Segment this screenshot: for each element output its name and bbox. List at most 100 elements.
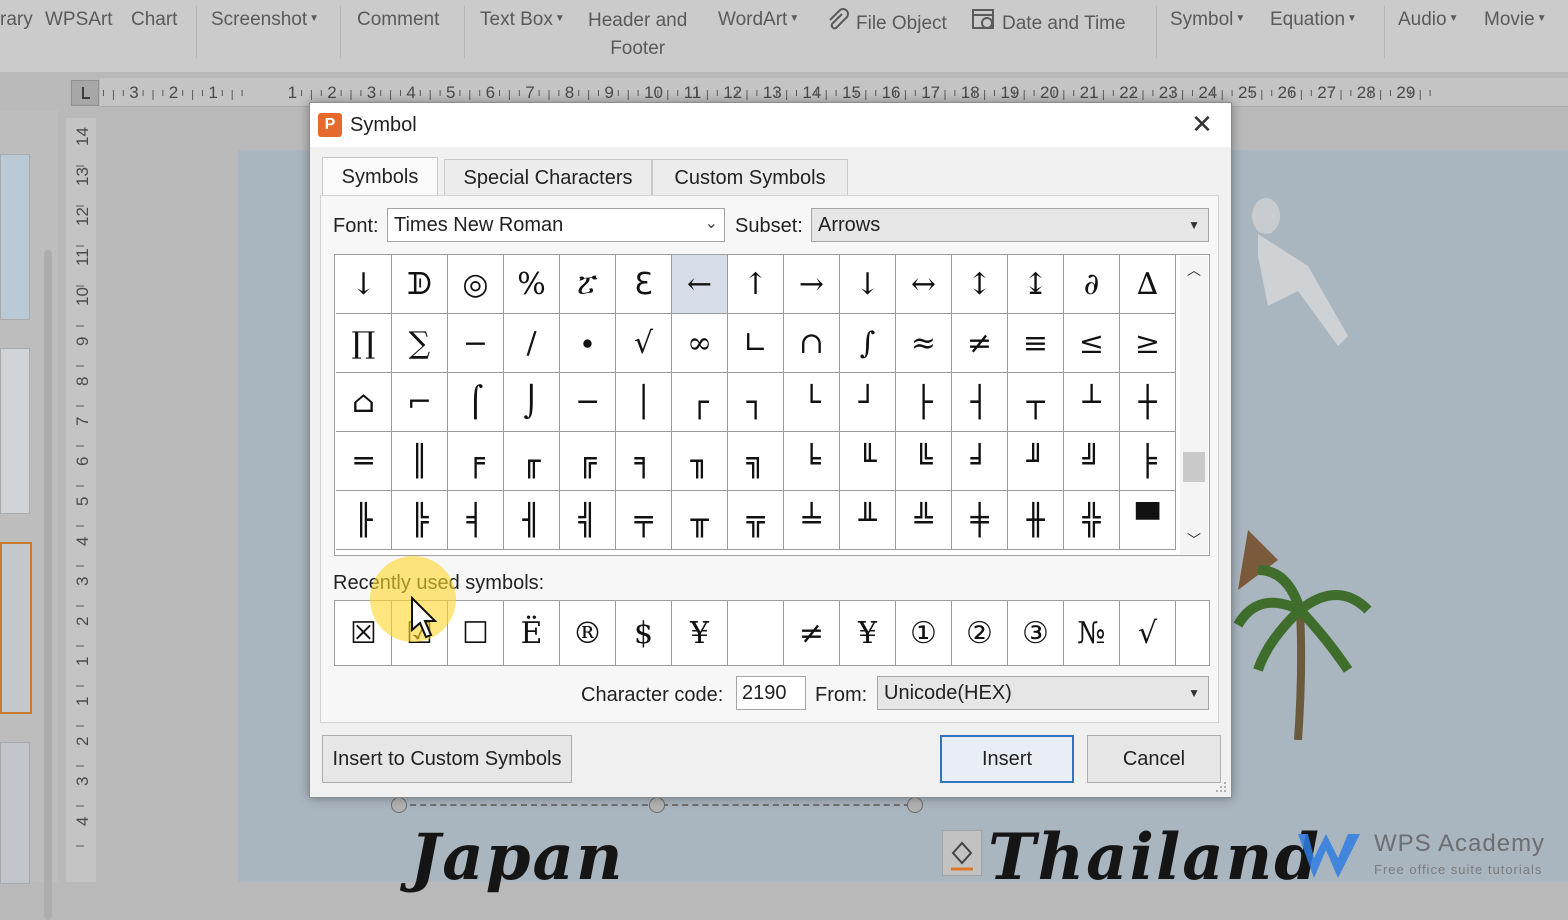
symbol-cell[interactable]: ⌡ <box>504 373 560 432</box>
ribbon-item-comment[interactable]: Comment <box>357 9 439 31</box>
ribbon-item-movie[interactable]: Movie ▼ <box>1484 9 1547 31</box>
symbol-cell[interactable]: ╝ <box>1064 432 1120 491</box>
symbol-cell[interactable]: ↓ <box>840 255 896 314</box>
ribbon-item-equation[interactable]: Equation ▼ <box>1270 9 1357 31</box>
symbol-cell[interactable]: ← <box>672 255 728 314</box>
slide-thumbnail-active[interactable] <box>0 542 32 714</box>
recent-symbol-cell[interactable] <box>728 601 784 665</box>
symbol-cell[interactable]: ╨ <box>840 491 896 550</box>
symbol-cell[interactable]: └ <box>784 373 840 432</box>
symbol-cell[interactable]: → <box>784 255 840 314</box>
symbol-cell[interactable]: ╗ <box>728 432 784 491</box>
recent-symbol-cell[interactable]: ☐ <box>448 601 504 665</box>
recent-symbol-cell[interactable]: № <box>1064 601 1120 665</box>
symbol-cell[interactable]: ╪ <box>952 491 1008 550</box>
symbol-cell[interactable]: ╟ <box>336 491 392 550</box>
symbol-cell[interactable]: ╜ <box>1008 432 1064 491</box>
resize-grip-icon[interactable] <box>1215 781 1227 793</box>
ribbon-item-file-object[interactable]: File Object <box>824 6 947 35</box>
symbol-cell[interactable]: ᗫ <box>392 255 448 314</box>
symbol-cell[interactable]: ├ <box>896 373 952 432</box>
symbol-cell[interactable]: ╤ <box>616 491 672 550</box>
symbol-cell[interactable]: ┘ <box>840 373 896 432</box>
thumbnail-scrollbar[interactable] <box>44 250 52 920</box>
recent-symbol-cell[interactable]: ® <box>560 601 616 665</box>
recent-symbol-cell[interactable]: √ <box>1120 601 1176 665</box>
ribbon-item-chart[interactable]: Chart <box>131 9 177 31</box>
symbol-cell[interactable]: ┌ <box>672 373 728 432</box>
cancel-button[interactable]: Cancel <box>1087 735 1221 783</box>
tab-symbols[interactable]: Symbols <box>322 157 438 195</box>
symbol-cell[interactable]: ┬ <box>1008 373 1064 432</box>
symbol-cell[interactable]: ∕ <box>504 314 560 373</box>
tab-stop-selector[interactable] <box>71 80 99 106</box>
symbol-cell[interactable]: √ <box>616 314 672 373</box>
slide-thumbnail[interactable] <box>0 742 30 884</box>
symbol-cell[interactable]: ⌠ <box>448 373 504 432</box>
close-icon[interactable]: ✕ <box>1185 109 1219 141</box>
symbol-grid-scrollbar[interactable]: ︿ ﹀ <box>1180 256 1208 554</box>
recent-symbol-cell[interactable]: ③ <box>1008 601 1064 665</box>
symbol-cell[interactable]: ╥ <box>672 491 728 550</box>
symbol-cell[interactable]: ╙ <box>840 432 896 491</box>
symbol-cell[interactable]: ┤ <box>952 373 1008 432</box>
vertical-ruler[interactable]: 14 13 12 11 10 9 8 7 6 5 4 3 2 1 1 2 3 4 <box>66 118 96 882</box>
recent-symbol-cell[interactable]: ¥ <box>672 601 728 665</box>
symbol-cell[interactable]: ╧ <box>784 491 840 550</box>
symbol-cell[interactable]: ┼ <box>1120 373 1176 432</box>
character-code-input[interactable]: 2190 <box>736 676 806 710</box>
tab-custom-symbols[interactable]: Custom Symbols <box>652 159 848 195</box>
symbol-cell[interactable]: ↓ <box>336 255 392 314</box>
symbol-cell[interactable]: ┐ <box>728 373 784 432</box>
symbol-cell[interactable]: ≠ <box>952 314 1008 373</box>
slide-thumbnail[interactable] <box>0 348 30 514</box>
symbol-cell[interactable]: ∞ <box>672 314 728 373</box>
symbol-cell[interactable]: ╡ <box>448 491 504 550</box>
ribbon-item-library[interactable]: rary <box>0 9 33 31</box>
symbol-cell[interactable]: ╘ <box>784 432 840 491</box>
symbol-cell[interactable]: ╠ <box>392 491 448 550</box>
recent-symbol-cell[interactable]: Ë <box>504 601 560 665</box>
symbol-cell[interactable]: ╩ <box>896 491 952 550</box>
recent-symbol-cell[interactable]: $ <box>616 601 672 665</box>
chevron-up-icon[interactable]: ︿ <box>1180 258 1208 282</box>
symbol-cell[interactable]: ∩ <box>784 314 840 373</box>
symbol-cell[interactable]: ╞ <box>1120 432 1176 491</box>
resize-handle[interactable] <box>649 797 665 813</box>
float-toolbar-button[interactable] <box>942 830 982 876</box>
tab-special-characters[interactable]: Special Characters <box>444 159 652 195</box>
symbol-cell[interactable]: ╫ <box>1008 491 1064 550</box>
symbol-cell[interactable]: ┴ <box>1064 373 1120 432</box>
symbol-cell[interactable]: ≈ <box>896 314 952 373</box>
ribbon-item-date-time[interactable]: Date and Time <box>970 6 1126 35</box>
ribbon-item-symbol[interactable]: Symbol ▼ <box>1170 9 1245 31</box>
resize-handle[interactable] <box>907 797 923 813</box>
recent-symbol-cell[interactable]: ≠ <box>784 601 840 665</box>
scrollbar-thumb[interactable] <box>1183 452 1205 482</box>
ribbon-item-textbox[interactable]: Text Box ▼ <box>480 9 565 31</box>
symbol-cell[interactable]: ∟ <box>728 314 784 373</box>
symbol-cell[interactable]: ▀ <box>1120 491 1176 550</box>
from-select[interactable]: Unicode(HEX) ▼ <box>877 676 1209 710</box>
symbol-cell[interactable]: ∏ <box>336 314 392 373</box>
symbol-cell[interactable]: ∙ <box>560 314 616 373</box>
symbol-cell[interactable]: ╣ <box>560 491 616 550</box>
symbol-cell[interactable]: ≡ <box>1008 314 1064 373</box>
symbol-cell[interactable]: ∂ <box>1064 255 1120 314</box>
symbol-cell[interactable]: ∫ <box>840 314 896 373</box>
symbol-cell[interactable]: − <box>448 314 504 373</box>
slide-text-japan[interactable]: Japan <box>410 820 625 895</box>
subset-select[interactable]: Arrows ▼ <box>811 208 1209 242</box>
symbol-cell[interactable]: ∑ <box>392 314 448 373</box>
insert-to-custom-symbols-button[interactable]: Insert to Custom Symbols <box>322 735 572 783</box>
symbol-cell[interactable]: ═ <box>336 432 392 491</box>
symbol-cell[interactable]: ╦ <box>728 491 784 550</box>
slide-thumbnail[interactable] <box>0 154 30 320</box>
symbol-cell[interactable]: ╬ <box>1064 491 1120 550</box>
resize-handle[interactable] <box>391 797 407 813</box>
symbol-cell[interactable]: ↑ <box>728 255 784 314</box>
symbol-cell[interactable]: ╔ <box>560 432 616 491</box>
recent-symbol-cell[interactable]: ② <box>952 601 1008 665</box>
symbol-cell[interactable]: ─ <box>560 373 616 432</box>
symbol-cell[interactable]: ∆ <box>1120 255 1176 314</box>
